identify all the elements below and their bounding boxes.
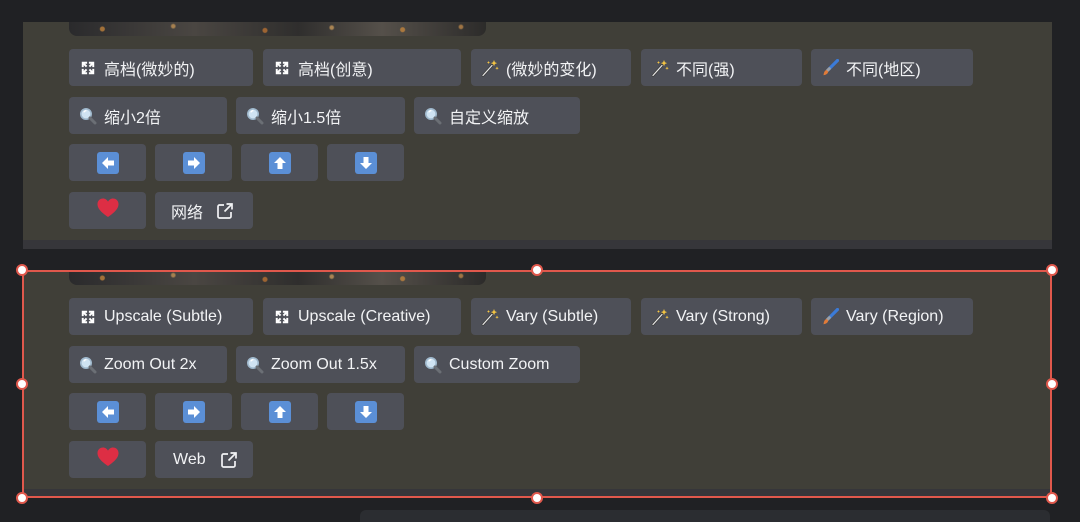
button-label: 网络	[171, 204, 204, 222]
resize-handle-top-right[interactable]	[1046, 264, 1058, 276]
button-label: (微妙的变化)	[506, 61, 597, 79]
magnifier-icon	[246, 107, 264, 125]
pan-left-button[interactable]	[69, 144, 146, 181]
external-link-icon	[216, 202, 234, 220]
arrow-right-icon	[182, 151, 205, 174]
button-label: 不同(强)	[676, 61, 735, 79]
button-label: 高档(创意)	[298, 61, 373, 79]
expand-arrows-icon	[273, 59, 291, 77]
custom-zoom-button[interactable]: 自定义缩放	[414, 97, 580, 134]
resize-handle-bottom-left[interactable]	[16, 492, 28, 504]
button-label: 缩小2倍	[104, 109, 161, 127]
resize-handle-top[interactable]	[531, 264, 543, 276]
button-label: 高档(微妙的)	[104, 61, 195, 79]
selection-box[interactable]	[22, 270, 1052, 498]
paintbrush-icon	[821, 59, 839, 77]
button-label: 不同(地区)	[846, 61, 921, 79]
web-link-button[interactable]: 网络	[155, 192, 253, 229]
zoom-out-1-5x-button[interactable]: 缩小1.5倍	[236, 97, 405, 134]
vary-region-button[interactable]: 不同(地区)	[811, 49, 973, 86]
magic-wand-icon	[481, 59, 499, 77]
heart-icon	[96, 196, 120, 225]
pan-right-button[interactable]	[155, 144, 232, 181]
resize-handle-top-left[interactable]	[16, 264, 28, 276]
arrow-left-icon	[96, 151, 119, 174]
pan-up-button[interactable]	[241, 144, 318, 181]
resize-handle-bottom[interactable]	[531, 492, 543, 504]
vary-subtle-button[interactable]: (微妙的变化)	[471, 49, 631, 86]
arrow-down-icon	[354, 151, 377, 174]
resize-handle-bottom-right[interactable]	[1046, 492, 1058, 504]
resize-handle-left[interactable]	[16, 378, 28, 390]
resize-handle-right[interactable]	[1046, 378, 1058, 390]
magnifier-icon	[424, 107, 442, 125]
arrow-up-icon	[268, 151, 291, 174]
upscale-creative-button[interactable]: 高档(创意)	[263, 49, 461, 86]
pan-down-button[interactable]	[327, 144, 404, 181]
upscale-subtle-button[interactable]: 高档(微妙的)	[69, 49, 253, 86]
vary-strong-button[interactable]: 不同(强)	[641, 49, 802, 86]
magnifier-icon	[79, 107, 97, 125]
expand-arrows-icon	[79, 59, 97, 77]
favorite-button[interactable]	[69, 192, 146, 229]
message-input-bar-edge	[360, 510, 1050, 522]
zoom-out-2x-button[interactable]: 缩小2倍	[69, 97, 227, 134]
magic-wand-icon	[651, 59, 669, 77]
button-label: 缩小1.5倍	[271, 109, 342, 127]
generated-image-preview[interactable]	[69, 22, 486, 36]
button-label: 自定义缩放	[449, 109, 530, 127]
panel-divider	[23, 240, 1052, 249]
